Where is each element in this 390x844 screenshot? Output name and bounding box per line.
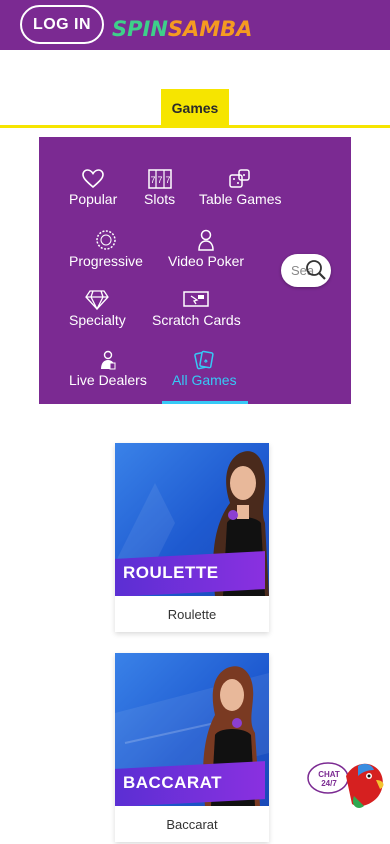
- svg-text:7: 7: [165, 175, 170, 185]
- scratch-card-icon: [183, 291, 210, 307]
- category-specialty[interactable]: Specialty: [69, 290, 126, 328]
- category-label: Live Dealers: [69, 372, 147, 388]
- category-label: Popular: [69, 191, 118, 207]
- cards-icon: ♠: [194, 350, 214, 370]
- dealer-icon: [100, 350, 116, 370]
- category-label: Video Poker: [168, 253, 245, 269]
- category-label: Table Games: [199, 191, 282, 207]
- chat-widget[interactable]: CHAT 24/7: [306, 756, 388, 812]
- search-box[interactable]: Sea: [281, 254, 331, 287]
- game-banner-title: BACCARAT: [123, 773, 223, 792]
- logo-samba-text: SAMBA: [167, 17, 253, 41]
- login-button[interactable]: LOG IN: [20, 5, 104, 44]
- game-thumbnail[interactable]: BACCARAT: [115, 653, 269, 806]
- game-thumbnail[interactable]: ROULETTE: [115, 443, 269, 596]
- chat-label-line2: 24/7: [321, 779, 337, 788]
- category-progressive[interactable]: Progressive: [69, 229, 143, 269]
- category-label: Scratch Cards: [152, 312, 241, 328]
- category-scratch-cards[interactable]: Scratch Cards: [152, 290, 241, 328]
- category-video-poker[interactable]: Video Poker: [168, 229, 244, 269]
- category-popular[interactable]: Popular: [69, 169, 117, 207]
- game-title[interactable]: Roulette: [115, 596, 269, 632]
- category-slots[interactable]: 777 Slots: [144, 169, 175, 207]
- search-icon[interactable]: [305, 259, 327, 281]
- tab-games[interactable]: Games: [161, 89, 229, 126]
- category-label: Specialty: [69, 312, 126, 328]
- top-bar: LOG IN SPIN SAMBA: [0, 0, 390, 50]
- category-label: Slots: [144, 191, 176, 207]
- heart-icon: [82, 169, 104, 189]
- dice-icon: [229, 169, 250, 188]
- logo-spin-text: SPIN: [112, 17, 168, 41]
- jackpot-wheel-icon: [96, 230, 116, 250]
- category-label: Progressive: [69, 253, 143, 269]
- spin-samba-logo[interactable]: SPIN SAMBA: [112, 14, 252, 44]
- svg-text:7: 7: [157, 175, 162, 185]
- game-banner-title: ROULETTE: [123, 563, 219, 582]
- svg-text:♠: ♠: [204, 358, 208, 365]
- game-card-roulette[interactable]: ROULETTE Roulette: [115, 443, 269, 632]
- game-title[interactable]: Baccarat: [115, 806, 269, 842]
- category-label: All Games: [172, 372, 237, 388]
- slot-machine-icon: 777: [147, 169, 172, 189]
- category-table-games[interactable]: Table Games: [199, 169, 281, 207]
- chat-label: CHAT 24/7: [314, 770, 344, 788]
- game-card-baccarat[interactable]: BACCARAT Baccarat: [115, 653, 269, 842]
- category-live-dealers[interactable]: Live Dealers: [69, 350, 147, 388]
- chat-label-line1: CHAT: [318, 770, 340, 779]
- active-category-indicator: [162, 401, 248, 404]
- svg-text:7: 7: [150, 175, 155, 185]
- person-icon: [198, 229, 214, 251]
- diamond-icon: [85, 290, 110, 310]
- category-all-games[interactable]: ♠ All Games: [172, 350, 237, 388]
